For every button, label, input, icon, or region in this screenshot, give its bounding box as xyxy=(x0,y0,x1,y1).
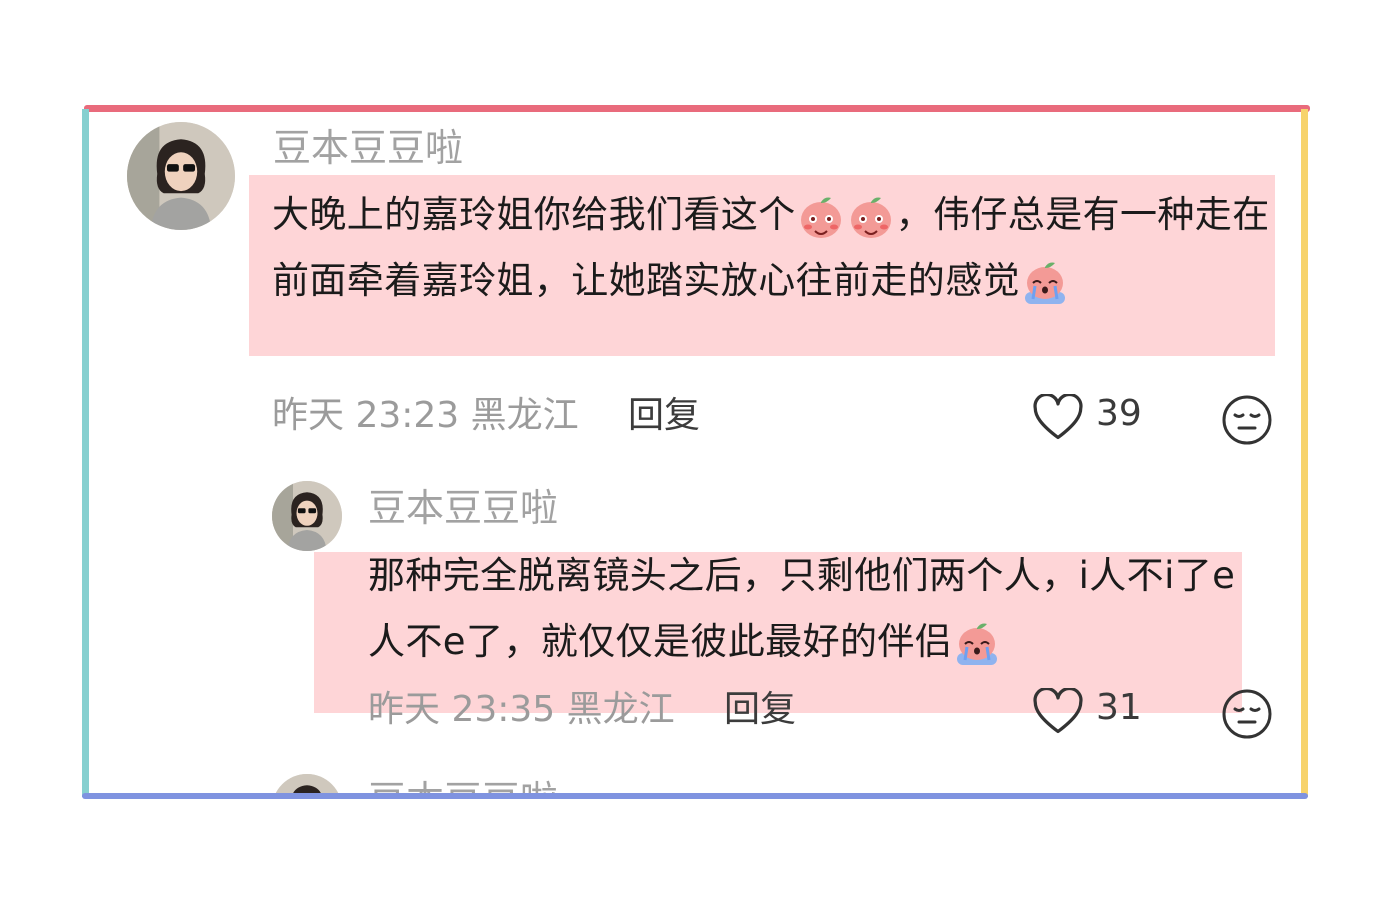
comment-time: 昨天 23:23 xyxy=(272,395,460,436)
avatar[interactable] xyxy=(272,481,342,551)
dislike-face-icon[interactable] xyxy=(1221,688,1273,740)
reply-text-content: 那种完全脱离镜头之后，只剩他们两个人，i人不i了e人不e了，就仅仅是彼此最好的伴… xyxy=(368,554,1236,663)
reply-time: 昨天 23:35 xyxy=(368,689,556,730)
comment-text-part: 大晚上的嘉玲姐你给我们看这个 xyxy=(272,193,796,236)
frame-right-border xyxy=(1301,109,1308,797)
avatar-image xyxy=(127,122,235,230)
avatar[interactable] xyxy=(272,774,342,793)
reply-button[interactable]: 回复 xyxy=(724,688,796,732)
avatar-image xyxy=(272,774,342,793)
comment-username[interactable]: 豆本豆豆啦 xyxy=(273,126,463,170)
reply-meta: 昨天 23:35 黑龙江 xyxy=(368,688,675,732)
blush-peach-emoji xyxy=(800,197,841,238)
reply-username[interactable]: 豆本豆豆啦 xyxy=(368,778,558,793)
avatar[interactable] xyxy=(127,122,235,230)
crying-peach-emoji xyxy=(1025,262,1065,304)
comment-text: 大晚上的嘉玲姐你给我们看这个 ，伟仔总是有一种走在前面牵着嘉玲姐，让她踏实放心往前… xyxy=(272,182,1272,314)
frame-bottom-border xyxy=(82,793,1308,799)
heart-icon[interactable] xyxy=(1032,394,1084,442)
dislike-face-icon[interactable] xyxy=(1221,394,1273,446)
reply-location: 黑龙江 xyxy=(566,689,675,730)
comment-thread: 豆本豆豆啦 大晚上的嘉玲姐你给我们看这个 ，伟仔总是有一种走在前面牵着嘉玲姐，让她… xyxy=(89,112,1301,793)
reply-text: 那种完全脱离镜头之后，只剩他们两个人，i人不i了e人不e了，就仅仅是彼此最好的伴… xyxy=(368,543,1248,675)
like-count: 39 xyxy=(1096,393,1142,434)
crying-peach-emoji xyxy=(957,623,998,665)
frame-left-border xyxy=(82,109,89,797)
blush-peach-emoji xyxy=(850,197,891,238)
like-count: 31 xyxy=(1096,687,1142,728)
heart-icon[interactable] xyxy=(1032,688,1084,736)
comment-location: 黑龙江 xyxy=(470,395,579,436)
reply-button[interactable]: 回复 xyxy=(628,394,700,438)
avatar-image xyxy=(272,481,342,551)
reply-username[interactable]: 豆本豆豆啦 xyxy=(368,486,558,530)
frame-top-border xyxy=(84,105,1310,112)
comment-meta: 昨天 23:23 黑龙江 xyxy=(272,394,579,438)
